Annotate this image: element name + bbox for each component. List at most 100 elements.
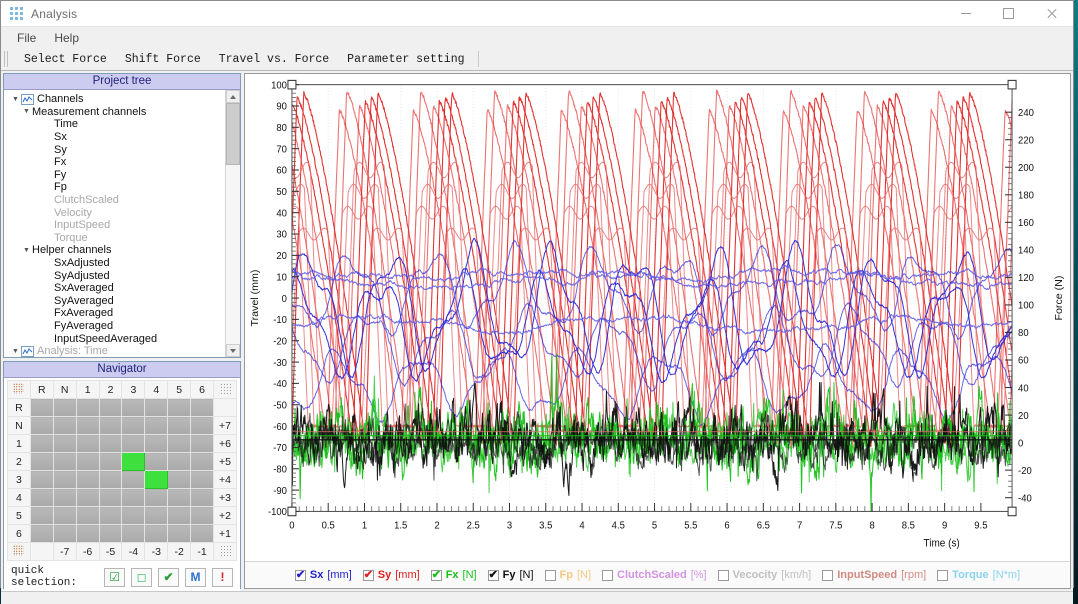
navigator-cell-selected[interactable] — [144, 470, 169, 490]
legend-item-fy[interactable]: Fy[N] — [487, 568, 534, 581]
legend-checkbox-clutchscaled[interactable] — [602, 569, 614, 581]
tree-node-analysis-time[interactable]: ▼ Analysis: Time — [4, 345, 225, 358]
navigator-cell[interactable] — [167, 434, 192, 454]
navigator-cell[interactable] — [121, 434, 146, 454]
legend-checkbox-torque[interactable] — [937, 569, 949, 581]
navigator-bottom-left-icon[interactable] — [7, 542, 31, 562]
navigator-cell[interactable] — [98, 470, 123, 490]
navigator-row-header[interactable]: 4 — [7, 488, 31, 508]
legend-item-torque[interactable]: Torque [N*m] — [937, 569, 1020, 581]
navigator-cell[interactable] — [121, 470, 146, 490]
tree-node-syadjusted[interactable]: SyAdjusted — [4, 269, 225, 282]
navigator-row-header[interactable]: 2 — [7, 452, 31, 472]
legend-checkbox-sy[interactable] — [362, 568, 374, 581]
navigator-row-header[interactable]: 6 — [7, 524, 31, 544]
navigator-col-header[interactable]: 6 — [190, 380, 215, 400]
navigator-cell[interactable] — [29, 524, 54, 544]
tree-node-sxaveraged[interactable]: SxAveraged — [4, 282, 225, 295]
navigator-cell[interactable] — [98, 506, 123, 526]
tree-node-channels[interactable]: ▼ Channels — [4, 93, 225, 106]
navigator-cell[interactable] — [98, 452, 123, 472]
navigator-cell[interactable] — [190, 434, 215, 454]
tree-node-inputspeed[interactable]: InputSpeed — [4, 219, 225, 232]
navigator-cell[interactable] — [190, 506, 215, 526]
navigator-cell[interactable] — [144, 452, 169, 472]
tree-node-clutchscaled[interactable]: ClutchScaled — [4, 194, 225, 207]
navigator-col-header[interactable]: R — [29, 380, 54, 400]
scroll-up-button[interactable] — [226, 90, 240, 103]
tree-node-fy[interactable]: Fy — [4, 169, 225, 182]
navigator-col-header[interactable]: 3 — [121, 380, 146, 400]
navigator-cell[interactable] — [29, 452, 54, 472]
navigator-cell[interactable] — [190, 452, 215, 472]
legend-checkbox-sx[interactable] — [294, 568, 306, 581]
navigator-cell[interactable] — [144, 506, 169, 526]
navigator-cell[interactable] — [121, 488, 146, 508]
navigator-cell[interactable] — [75, 434, 100, 454]
navigator-cell[interactable] — [167, 398, 192, 418]
chevron-down-icon[interactable]: ▼ — [10, 348, 21, 355]
tree-node-helper-channels[interactable]: ▼ Helper channels — [4, 244, 225, 257]
navigator-cell[interactable] — [29, 506, 54, 526]
navigator-row-header[interactable]: 1 — [7, 434, 31, 454]
tree-node-sy[interactable]: Sy — [4, 143, 225, 156]
legend-checkbox-fx[interactable] — [430, 568, 442, 581]
project-tree-scrollbar[interactable] — [225, 90, 240, 358]
navigator-corner-icon[interactable] — [7, 380, 31, 400]
navigator-cell[interactable] — [167, 506, 192, 526]
navigator-row-header[interactable]: 3 — [7, 470, 31, 490]
legend-checkbox-fy[interactable] — [487, 568, 499, 581]
navigator-cell[interactable] — [190, 470, 215, 490]
navigator-cell[interactable] — [167, 416, 192, 436]
legend-checkbox-fp[interactable] — [544, 569, 556, 581]
navigator-row-header[interactable]: 5 — [7, 506, 31, 526]
tree-node-torque[interactable]: Torque — [4, 232, 225, 245]
tree-node-fyaveraged[interactable]: FyAveraged — [4, 320, 225, 333]
navigator-cell[interactable] — [52, 470, 77, 490]
navigator-col-header[interactable]: 4 — [144, 380, 169, 400]
confirm-button[interactable]: ✔ — [158, 567, 180, 587]
scroll-track[interactable] — [226, 103, 240, 345]
navigator-cell[interactable] — [144, 434, 169, 454]
navigator-cell[interactable] — [121, 524, 146, 544]
maximize-button[interactable] — [987, 1, 1030, 26]
navigator-col-header[interactable]: 2 — [98, 380, 123, 400]
tree-node-time[interactable]: Time — [4, 118, 225, 131]
navigator-cell[interactable] — [98, 524, 123, 544]
close-button[interactable] — [1030, 1, 1073, 26]
navigator-cell[interactable] — [190, 524, 215, 544]
toolbar-select-force[interactable]: Select Force — [15, 51, 116, 68]
navigator-cell[interactable] — [52, 398, 77, 418]
navigator-cell[interactable] — [121, 416, 146, 436]
toolbar-parameter-setting[interactable]: Parameter setting — [338, 51, 473, 68]
navigator-cell[interactable] — [75, 452, 100, 472]
navigator-cell[interactable] — [52, 416, 77, 436]
navigator-cell[interactable] — [98, 416, 123, 436]
navigator-cell[interactable] — [29, 488, 54, 508]
navigator-cell[interactable] — [167, 524, 192, 544]
navigator-cell[interactable] — [52, 434, 77, 454]
navigator-cell[interactable] — [167, 470, 192, 490]
navigator-cell-selected[interactable] — [121, 452, 146, 472]
navigator-cell[interactable] — [52, 488, 77, 508]
tree-node-measurement-channels[interactable]: ▼ Measurement channels — [4, 106, 225, 119]
navigator-row-header[interactable]: R — [7, 398, 31, 418]
navigator-cell[interactable] — [98, 488, 123, 508]
legend-item-inputspeed[interactable]: InputSpeed [rpm] — [822, 569, 926, 581]
tree-node-fxaveraged[interactable]: FxAveraged — [4, 307, 225, 320]
select-none-button[interactable]: ◻ — [131, 567, 153, 587]
navigator-top-right-icon[interactable] — [213, 380, 237, 400]
navigator-cell[interactable] — [144, 398, 169, 418]
legend-item-sx[interactable]: Sx[mm] — [294, 568, 352, 581]
select-all-button[interactable]: ☑ — [104, 567, 126, 587]
tree-node-velocity[interactable]: Velocity — [4, 206, 225, 219]
navigator-cell[interactable] — [29, 470, 54, 490]
legend-item-sy[interactable]: Sy[mm] — [362, 568, 420, 581]
navigator-col-header[interactable]: 5 — [167, 380, 192, 400]
navigator-row-header[interactable]: N — [7, 416, 31, 436]
chevron-down-icon[interactable]: ▼ — [21, 247, 32, 254]
tree-node-fp[interactable]: Fp — [4, 181, 225, 194]
navigator-cell[interactable] — [144, 416, 169, 436]
measurement-button[interactable]: M — [185, 567, 207, 587]
tree-node-sx[interactable]: Sx — [4, 131, 225, 144]
